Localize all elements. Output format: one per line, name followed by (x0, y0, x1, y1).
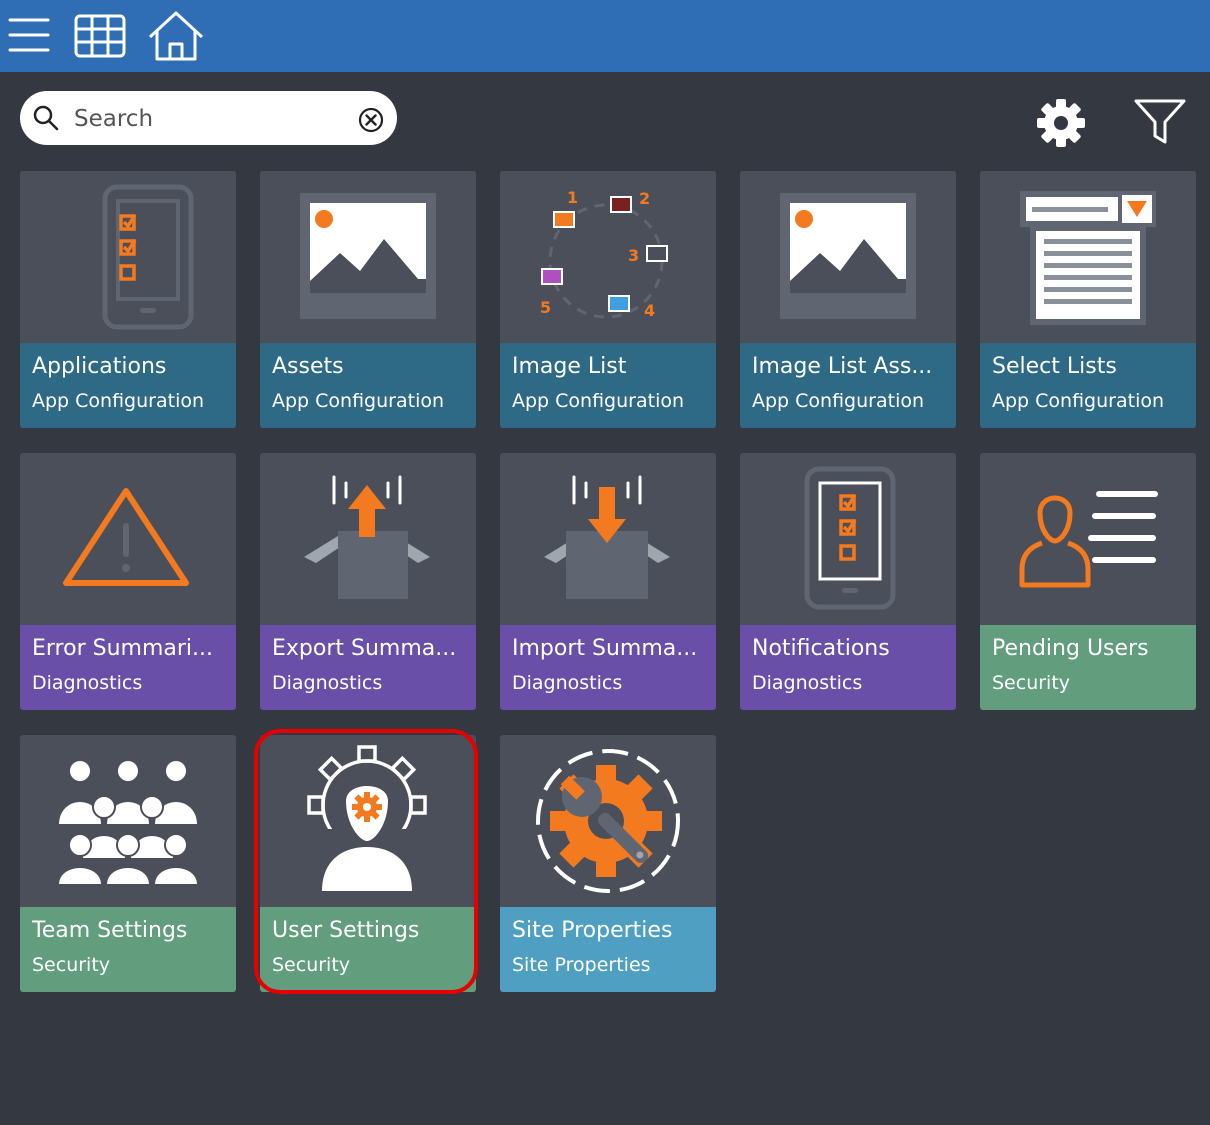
tile-category: Diagnostics (272, 672, 383, 694)
mobile-checklist-icon (102, 184, 194, 330)
tile-image-list-assets[interactable]: Image List Ass... App Configuration (740, 171, 956, 428)
tile-category: Diagnostics (32, 672, 143, 694)
tile-caption: Error Summari... Diagnostics (20, 625, 236, 710)
tile-image-list[interactable]: 1 2 3 4 5 Image List App Configuration (500, 171, 716, 428)
top-bar (0, 0, 1210, 72)
filter-icon[interactable] (1132, 96, 1188, 148)
tile-caption: Site Properties Site Properties (500, 907, 716, 992)
cycle-number: 1 (567, 188, 578, 207)
cycle-number: 5 (540, 298, 551, 317)
tile-caption: Import Summa... Diagnostics (500, 625, 716, 710)
tile-caption: Notifications Diagnostics (740, 625, 956, 710)
search-icon (33, 105, 59, 131)
tile-caption: Assets App Configuration (260, 343, 476, 428)
tile-title: Export Summa... (272, 636, 457, 661)
user-list-icon (1019, 491, 1158, 588)
menu-icon[interactable] (6, 8, 52, 64)
tile-assets[interactable]: Assets App Configuration (260, 171, 476, 428)
tile-caption: Team Settings Security (20, 907, 236, 992)
tile-title: Notifications (752, 636, 890, 661)
tile-title: Image List (512, 354, 627, 379)
tile-title: Team Settings (32, 918, 188, 943)
tile-export-summaries[interactable]: Export Summa... Diagnostics (260, 453, 476, 710)
wrench-gear-icon (536, 749, 680, 893)
tile-category: Diagnostics (752, 672, 863, 694)
tile-import-summaries[interactable]: Import Summa... Diagnostics (500, 453, 716, 710)
tile-applications[interactable]: Applications App Configuration (20, 171, 236, 428)
tile-caption: Pending Users Security (980, 625, 1196, 710)
cycle-number: 4 (644, 301, 655, 320)
tile-title: Applications (32, 354, 167, 379)
tile-category: Site Properties (512, 954, 651, 976)
search-input[interactable] (72, 99, 346, 139)
tile-site-properties[interactable]: Site Properties Site Properties (500, 735, 716, 992)
tile-category: Security (32, 954, 111, 976)
tile-category: App Configuration (32, 390, 205, 412)
tile-notifications[interactable]: Notifications Diagnostics (740, 453, 956, 710)
tile-caption: Image List Ass... App Configuration (740, 343, 956, 428)
box-import-icon (544, 475, 670, 599)
tile-caption: Image List App Configuration (500, 343, 716, 428)
tile-title: User Settings (272, 918, 420, 943)
tile-error-summaries[interactable]: Error Summari... Diagnostics (20, 453, 236, 710)
image-icon (780, 193, 916, 319)
tile-pending-users[interactable]: Pending Users Security (980, 453, 1196, 710)
user-gear-icon (307, 745, 427, 891)
tile-title: Import Summa... (512, 636, 698, 661)
tile-title: Assets (272, 354, 344, 379)
home-icon[interactable] (146, 8, 206, 64)
clear-search-icon[interactable] (357, 106, 385, 134)
cycle-number: 3 (628, 246, 639, 265)
tile-category: App Configuration (512, 390, 685, 412)
gear-icon[interactable] (1034, 96, 1088, 150)
box-export-icon (304, 475, 430, 599)
tile-caption: Export Summa... Diagnostics (260, 625, 476, 710)
select-list-icon (1020, 191, 1156, 325)
tile-team-settings[interactable]: Team Settings Security (20, 735, 236, 992)
image-cycle-icon: 1 2 3 4 5 (540, 188, 668, 320)
tile-category: Security (272, 954, 351, 976)
image-icon (300, 193, 436, 319)
tile-category: App Configuration (272, 390, 445, 412)
tile-title: Image List Ass... (752, 354, 933, 379)
cycle-number: 2 (639, 189, 650, 208)
tile-caption: Select Lists App Configuration (980, 343, 1196, 428)
tile-caption: User Settings Security (260, 907, 476, 992)
tile-caption: Applications App Configuration (20, 343, 236, 428)
search-box[interactable] (20, 91, 397, 145)
team-icon (56, 759, 200, 886)
tile-user-settings[interactable]: User Settings Security (260, 735, 476, 992)
tile-category: Diagnostics (512, 672, 623, 694)
tile-title: Select Lists (992, 354, 1117, 379)
tile-category: Security (992, 672, 1071, 694)
tile-category: App Configuration (752, 390, 925, 412)
tile-title: Error Summari... (32, 636, 214, 661)
tile-select-lists[interactable]: Select Lists App Configuration (980, 171, 1196, 428)
tile-category: App Configuration (992, 390, 1165, 412)
grid-icon[interactable] (72, 8, 128, 64)
mobile-checklist-icon (804, 466, 896, 610)
tile-title: Pending Users (992, 636, 1149, 661)
warning-icon (63, 488, 189, 586)
tile-title: Site Properties (512, 918, 673, 943)
